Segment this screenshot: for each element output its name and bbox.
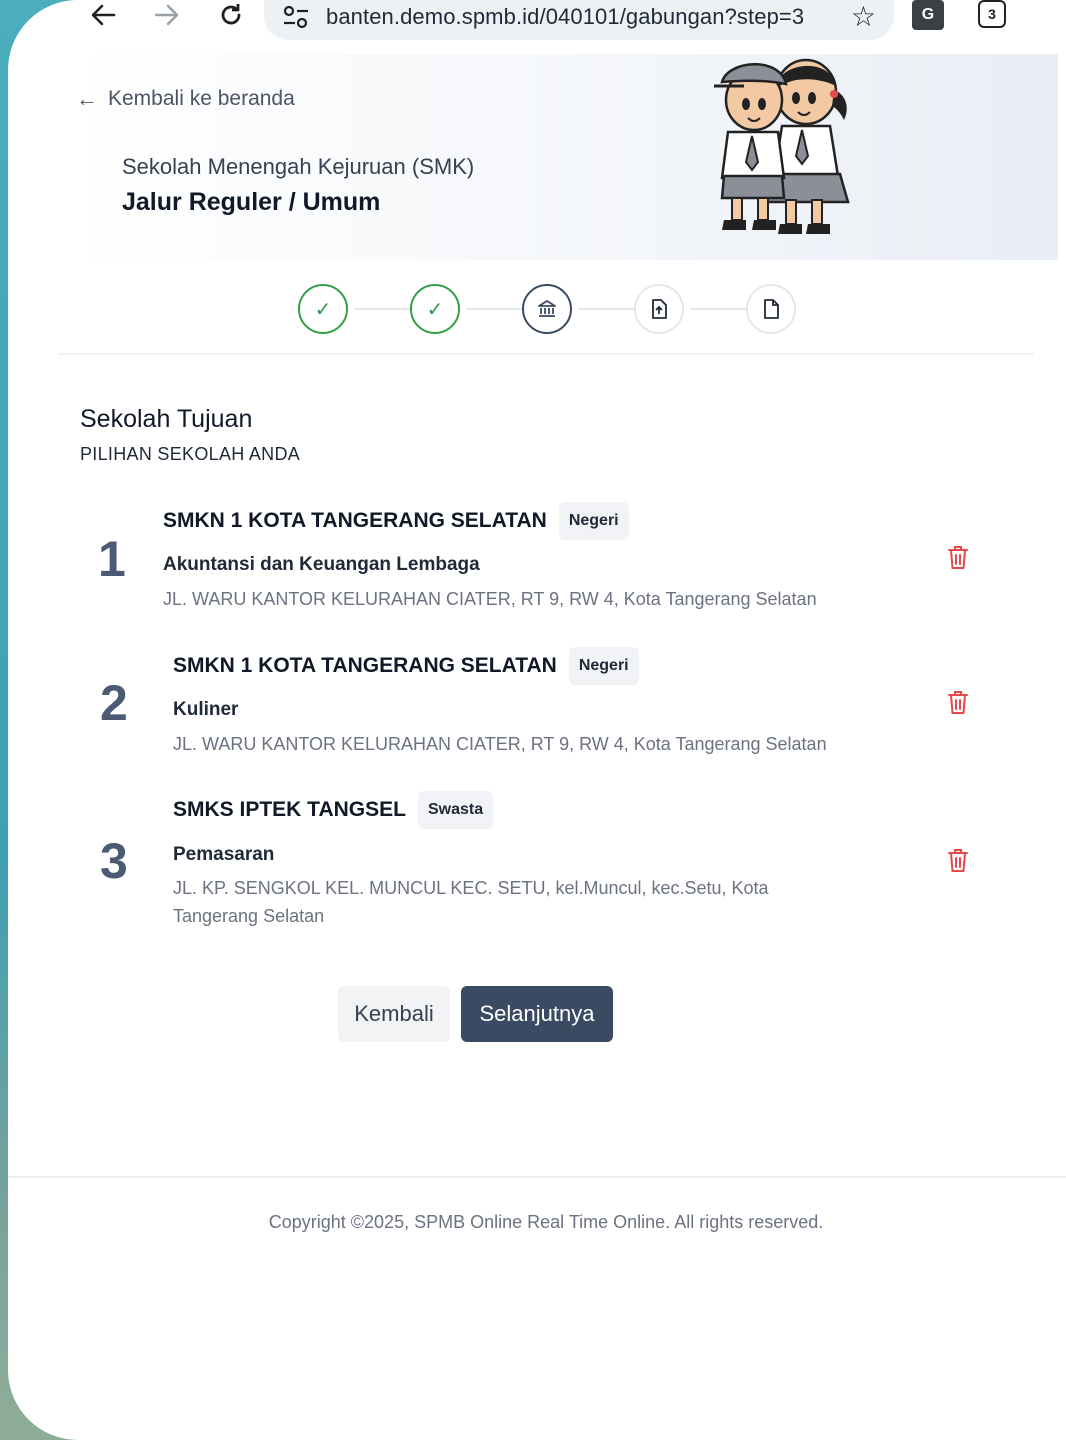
header-divider — [58, 353, 1034, 355]
tab-strip-icon[interactable] — [8, 0, 26, 30]
back-button[interactable]: Kembali — [338, 986, 450, 1042]
school-header: SMKN 1 KOTA TANGERANG SELATAN Negeri — [173, 647, 639, 685]
footer-copyright: Copyright ©2025, SPMB Online Real Time O… — [268, 1212, 824, 1232]
school-header: SMKN 1 KOTA TANGERANG SELATAN Negeri — [163, 502, 629, 540]
school-type-badge: Swasta — [417, 791, 494, 829]
step-3-active[interactable] — [522, 284, 572, 334]
school-address: JL. KP. SENGKOL KEL. MUNCUL KEC. SETU, k… — [173, 878, 769, 926]
file-upload-icon — [652, 299, 667, 319]
tab-count-button[interactable]: 3 — [978, 0, 1006, 28]
browser-toolbar: banten.demo.spmb.id/040101/gabungan?step… — [8, 0, 1066, 52]
site-settings-icon[interactable] — [282, 4, 310, 30]
school-name: SMKN 1 KOTA TANGERANG SELATAN — [173, 654, 557, 677]
student-mascot-illustration — [714, 58, 850, 234]
school-name: SMKS IPTEK TANGSEL — [173, 798, 406, 821]
bookmark-star-icon[interactable]: ☆ — [851, 0, 876, 33]
major-name: Akuntansi dan Keuangan Lembaga — [163, 554, 480, 575]
school-type-badge: Negeri — [558, 502, 629, 540]
step-connector — [690, 308, 752, 310]
check-icon: ✓ — [426, 298, 444, 321]
section-title: Sekolah Tujuan — [80, 405, 253, 433]
page-title: Jalur Reguler / Umum — [122, 188, 381, 216]
translate-icon[interactable]: G — [912, 0, 944, 30]
school-type-badge: Negeri — [568, 647, 639, 685]
next-button[interactable]: Selanjutnya — [461, 986, 613, 1042]
hero-banner: ← Kembali ke beranda Sekolah Menengah Ke… — [68, 54, 1058, 260]
url-text[interactable]: banten.demo.spmb.id/040101/gabungan?step… — [326, 4, 804, 30]
address-bar[interactable]: banten.demo.spmb.id/040101/gabungan?step… — [264, 0, 894, 40]
section-subtitle: PILIHAN SEKOLAH ANDA — [80, 444, 301, 464]
check-icon: ✓ — [314, 298, 332, 321]
step-connector — [466, 308, 528, 310]
progress-stepper: ✓ ✓ — [298, 284, 804, 334]
forward-icon[interactable] — [150, 0, 184, 30]
device-screen: banten.demo.spmb.id/040101/gabungan?step… — [8, 0, 1066, 1440]
step-connector — [354, 308, 416, 310]
school-name: SMKN 1 KOTA TANGERANG SELATAN — [163, 509, 547, 532]
school-address: JL. WARU KANTOR KELURAHAN CIATER, RT 9, … — [163, 589, 817, 609]
major-name: Pemasaran — [173, 844, 275, 865]
delete-choice-1-trash-icon[interactable] — [946, 544, 970, 570]
back-icon[interactable] — [86, 0, 120, 30]
arrow-left-icon: ← — [76, 86, 98, 111]
step-connector — [578, 308, 640, 310]
school-level-subtitle: Sekolah Menengah Kejuruan (SMK) — [122, 154, 475, 179]
back-to-home-link[interactable]: ← Kembali ke beranda — [76, 86, 295, 112]
file-icon — [764, 299, 779, 319]
choice-number: 1 — [98, 531, 126, 587]
delete-choice-3-trash-icon[interactable] — [946, 847, 970, 873]
back-link-label: Kembali ke beranda — [108, 87, 295, 110]
step-1-complete[interactable]: ✓ — [298, 284, 348, 334]
step-5-pending[interactable] — [746, 284, 796, 334]
reload-icon[interactable] — [214, 0, 248, 30]
step-2-complete[interactable]: ✓ — [410, 284, 460, 334]
choice-number: 3 — [100, 833, 128, 889]
step-4-pending[interactable] — [634, 284, 684, 334]
choice-number: 2 — [100, 675, 128, 731]
major-name: Kuliner — [173, 699, 239, 720]
delete-choice-2-trash-icon[interactable] — [946, 689, 970, 715]
school-header: SMKS IPTEK TANGSEL Swasta — [173, 791, 494, 829]
footer-divider — [8, 1176, 1066, 1178]
bank-icon — [538, 300, 556, 317]
school-address: JL. WARU KANTOR KELURAHAN CIATER, RT 9, … — [173, 734, 827, 754]
